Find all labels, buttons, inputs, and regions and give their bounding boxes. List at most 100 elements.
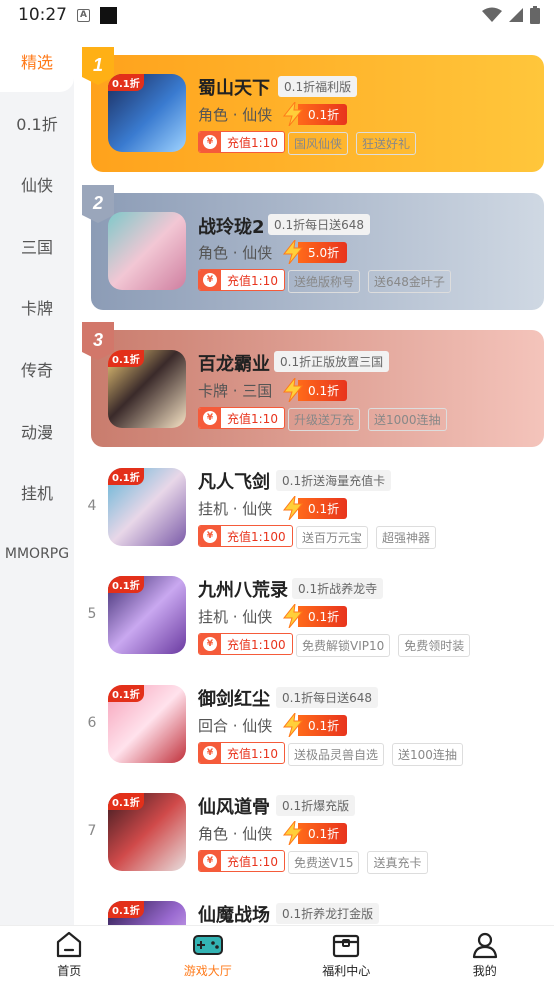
recharge-ratio-badge: ¥ 充值1:10	[198, 407, 285, 429]
game-tag: 国风仙侠	[288, 132, 349, 155]
sidebar-item-card[interactable]: 卡牌	[0, 276, 74, 338]
sidebar-item-xianxia[interactable]: 仙侠	[0, 153, 74, 215]
sidebar-item-label: 0.1折	[16, 115, 58, 134]
notification-a-icon: A	[77, 8, 90, 22]
game-category: 回合 · 仙侠	[198, 717, 273, 735]
game-promo-label: 0.1折每日送648	[276, 687, 378, 708]
sidebar-item-label: 传奇	[20, 361, 53, 380]
icon-discount-badge: 0.1折	[108, 901, 144, 918]
rank-number: 4	[87, 498, 97, 514]
nav-label: 游戏大厅	[183, 964, 232, 978]
lightning-icon	[282, 240, 304, 264]
discount-value: 0.1折	[298, 714, 348, 736]
game-promo-label: 0.1折爆充版	[276, 795, 356, 816]
nav-home[interactable]: 首页	[0, 926, 139, 984]
recharge-ratio-badge: ¥ 充值1:100	[198, 633, 293, 655]
game-tags: 送绝版称号 送648金叶子	[288, 270, 451, 293]
game-icon[interactable]: 0.1折	[108, 576, 186, 654]
user-icon	[472, 932, 497, 959]
game-list: 1 0.1折 蜀山天下 0.1折福利版 角色 · 仙侠 0.1折 ¥ 充值1:10…	[74, 30, 554, 925]
bottom-nav: 首页 游戏大厅 福利中心 我的	[0, 925, 554, 984]
sidebar-item-label: 三国	[20, 238, 53, 257]
game-icon[interactable]: 0.1折	[108, 74, 186, 152]
nav-label: 我的	[472, 964, 497, 978]
game-icon[interactable]: 0.1折	[108, 685, 186, 763]
game-promo-label: 0.1折送海量充值卡	[276, 470, 392, 491]
sidebar-item-three-kingdoms[interactable]: 三国	[0, 215, 74, 277]
sidebar-item-anime[interactable]: 动漫	[0, 400, 74, 462]
sidebar-item-label: 动漫	[20, 423, 53, 442]
yen-coin-icon: ¥	[199, 634, 221, 654]
game-tag: 超强神器	[376, 526, 437, 549]
game-category: 角色 · 仙侠	[198, 825, 273, 843]
discount-badge: 0.1折	[282, 821, 348, 845]
rank-number: 6	[87, 715, 97, 731]
sidebar-item-discount[interactable]: 0.1折	[0, 92, 74, 154]
signal-icon	[509, 8, 523, 22]
battery-icon	[530, 6, 540, 24]
recharge-ratio: 充值1:10	[227, 411, 278, 426]
icon-discount-badge: 0.1折	[108, 350, 144, 367]
nav-label: 首页	[57, 964, 82, 978]
game-icon[interactable]: 0.1折	[108, 901, 186, 925]
game-tag: 送极品灵兽自选	[288, 743, 385, 766]
recharge-ratio-badge: ¥ 充值1:100	[198, 525, 293, 547]
game-category: 卡牌 · 三国	[198, 382, 273, 400]
game-tag: 免费送V15	[288, 851, 360, 874]
discount-badge: 0.1折	[282, 713, 348, 737]
status-bar: 10:27 A	[0, 0, 554, 30]
rank-1-number: 1	[93, 55, 103, 75]
game-icon[interactable]: 0.1折	[108, 793, 186, 871]
game-tags: 国风仙侠 狂送好礼	[288, 132, 417, 155]
gift-box-icon	[333, 934, 360, 958]
sidebar-item-label: 卡牌	[20, 299, 53, 318]
game-icon[interactable]: 0.1折	[108, 468, 186, 546]
game-promo-label: 0.1折养龙打金版	[276, 903, 380, 924]
game-icon[interactable]: 0.1折	[108, 350, 186, 428]
game-icon[interactable]	[108, 212, 186, 290]
recharge-ratio: 充值1:100	[227, 637, 286, 652]
lightning-icon	[282, 713, 304, 737]
game-promo-label: 0.1折每日送648	[268, 214, 370, 235]
discount-badge: 0.1折	[282, 604, 348, 628]
sidebar-item-legend[interactable]: 传奇	[0, 338, 74, 400]
home-icon	[57, 931, 82, 958]
wifi-icon	[482, 7, 502, 22]
sidebar-item-featured[interactable]: 精选	[0, 30, 74, 92]
yen-coin-icon: ¥	[199, 270, 221, 290]
recharge-ratio: 充值1:100	[227, 529, 286, 544]
yen-coin-icon: ¥	[199, 408, 221, 428]
notification-square-icon	[100, 6, 117, 24]
icon-discount-badge: 0.1折	[108, 74, 144, 91]
game-category: 挂机 · 仙侠	[198, 608, 273, 626]
discount-value: 0.1折	[298, 497, 348, 519]
game-title: 百龙霸业	[198, 354, 270, 375]
recharge-ratio: 充值1:10	[227, 746, 278, 761]
discount-value: 0.1折	[298, 822, 348, 844]
sidebar-item-idle[interactable]: 挂机	[0, 461, 74, 523]
nav-welfare-center[interactable]: 福利中心	[277, 926, 416, 984]
game-title: 战玲珑2	[198, 217, 265, 238]
game-title: 仙风道骨	[198, 797, 270, 818]
game-tag: 送绝版称号	[288, 270, 361, 293]
game-tag: 送真充卡	[367, 851, 428, 874]
sidebar-item-mmorpg[interactable]: MMORPG	[0, 523, 74, 585]
nav-mine[interactable]: 我的	[416, 926, 554, 984]
recharge-ratio: 充值1:10	[227, 135, 278, 150]
gamepad-icon	[192, 935, 223, 955]
nav-game-hall[interactable]: 游戏大厅	[139, 926, 278, 984]
game-title: 御剑红尘	[198, 689, 270, 710]
discount-value: 5.0折	[298, 241, 348, 263]
game-tags: 送极品灵兽自选 送100连抽	[288, 743, 463, 766]
game-tag: 升级送万充	[288, 408, 361, 431]
game-category: 挂机 · 仙侠	[198, 500, 273, 518]
yen-coin-icon: ¥	[199, 743, 221, 763]
recharge-ratio-badge: ¥ 充值1:10	[198, 850, 285, 872]
nav-label: 福利中心	[322, 964, 371, 978]
game-tag: 送百万元宝	[296, 526, 369, 549]
game-tags: 免费送V15 送真充卡	[288, 851, 428, 874]
status-time: 10:27	[18, 5, 67, 25]
discount-value: 0.1折	[298, 103, 348, 125]
icon-discount-badge: 0.1折	[108, 468, 144, 485]
game-tag: 免费解锁VIP10	[296, 634, 391, 657]
